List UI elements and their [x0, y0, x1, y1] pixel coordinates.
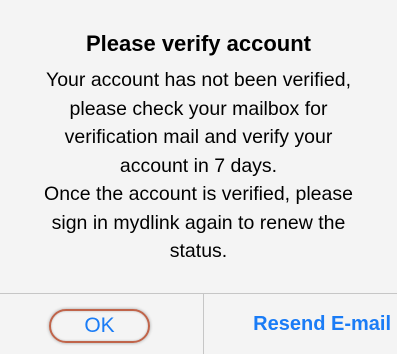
message-line: Your account has not been verified,	[46, 69, 351, 91]
message-line: please check your mailbox for	[69, 97, 328, 120]
message-line: Once the account is verified, please	[44, 183, 353, 205]
message-line: account in 7 days.	[119, 154, 278, 177]
alert-message: Your account has not been verified, plea…	[0, 66, 397, 266]
message-line: verification mail and verify your	[64, 126, 333, 148]
ok-button-label[interactable]: OK	[49, 309, 150, 343]
message-line: sign in mydlink again to renew the	[51, 211, 346, 234]
message-line: status.	[169, 240, 228, 262]
alert-title: Please verify account	[85, 31, 311, 56]
resend-email-button[interactable]: Resend E-mail	[204, 294, 397, 354]
verify-account-alert: Please verify account Your account has n…	[0, 0, 397, 354]
